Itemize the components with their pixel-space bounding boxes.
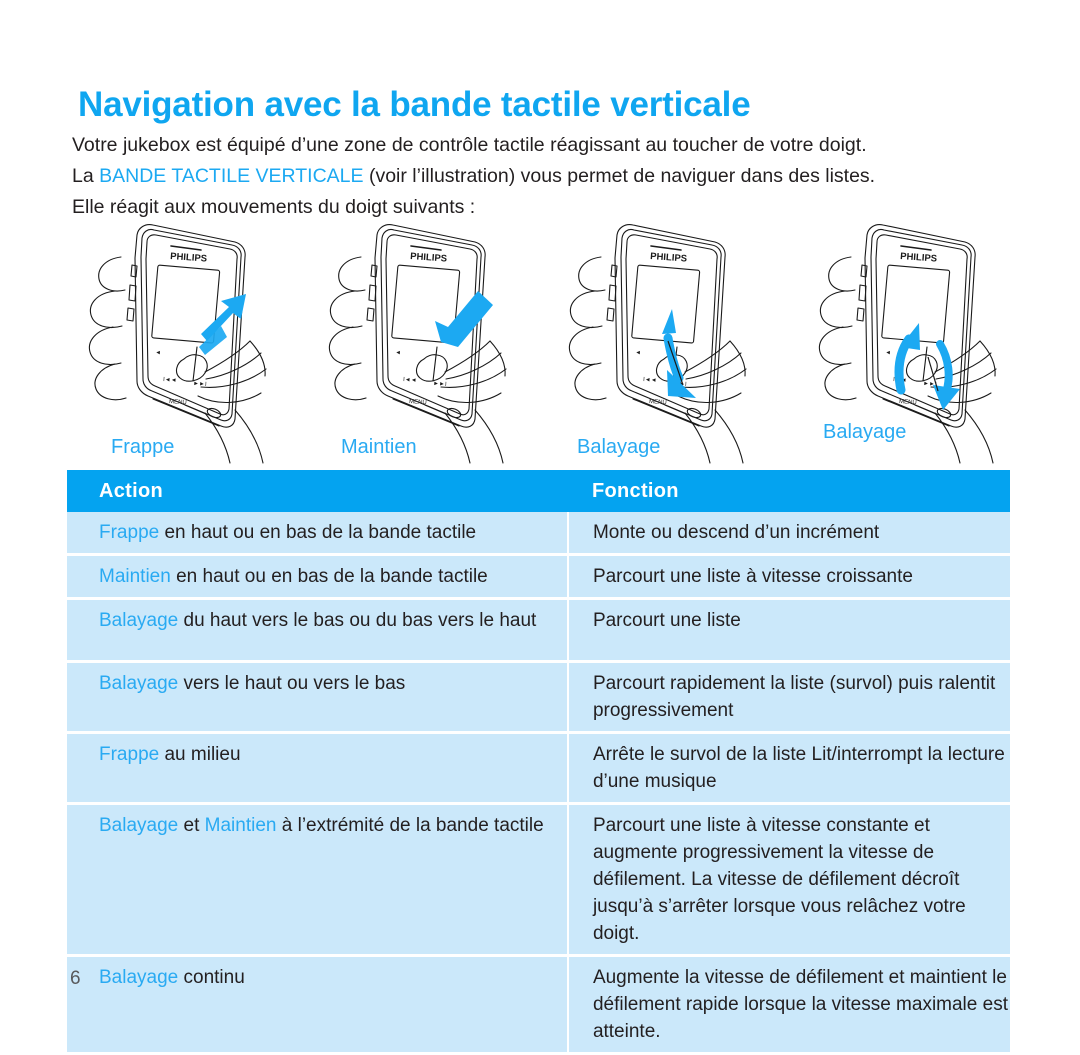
action-text: vers le haut ou vers le bas bbox=[178, 673, 406, 694]
column-header-action: Action bbox=[99, 479, 164, 502]
hand-holding-player-swipe-down-icon: PHILIPS ◄ I◄◄ ►►I MENU bbox=[568, 224, 747, 464]
svg-text:MENU: MENU bbox=[169, 399, 187, 406]
action-text: continu bbox=[178, 967, 245, 988]
intro-line-2: La BANDE TACTILE VERTICALE (voir l’illus… bbox=[72, 161, 1022, 192]
cell-action: Frappe au milieu bbox=[67, 734, 567, 802]
page-title: Navigation avec la bande tactile vertica… bbox=[78, 85, 751, 125]
illustration-label-balayage-1: Balayage bbox=[577, 436, 661, 458]
action-text: au milieu bbox=[159, 744, 241, 765]
swipe-down-arrow-icon bbox=[662, 309, 696, 398]
action-keyword: Balayage bbox=[99, 815, 179, 836]
action-keyword: Frappe bbox=[99, 744, 160, 765]
svg-text:◄: ◄ bbox=[155, 350, 161, 356]
philips-logo: PHILIPS bbox=[900, 251, 938, 265]
svg-text:I◄◄: I◄◄ bbox=[403, 377, 417, 384]
table-row: Frappe en haut ou en bas de la bande tac… bbox=[67, 512, 1010, 556]
cell-fonction: Arrête le survol de la liste Lit/interro… bbox=[568, 734, 1010, 802]
action-text: en haut ou en bas de la bande tactile bbox=[159, 522, 477, 543]
svg-text:MENU: MENU bbox=[899, 399, 917, 406]
svg-text:MENU: MENU bbox=[649, 399, 667, 406]
table-row: Balayage et Maintien à l’extrémité de la… bbox=[67, 805, 1010, 957]
cell-fonction: Parcourt une liste bbox=[568, 600, 1010, 660]
cell-action: Balayage du haut vers le bas ou du bas v… bbox=[67, 600, 567, 660]
action-keyword: Maintien bbox=[99, 566, 171, 587]
svg-text:◄: ◄ bbox=[395, 350, 401, 356]
table-row: Balayage vers le haut ou vers le bas Par… bbox=[67, 663, 1010, 734]
philips-logo: PHILIPS bbox=[170, 251, 208, 265]
cell-fonction: Parcourt une liste à vitesse croissante bbox=[568, 556, 1010, 597]
cell-fonction: Parcourt une liste à vitesse constante e… bbox=[568, 805, 1010, 954]
svg-text:◄: ◄ bbox=[635, 350, 641, 356]
table-row: Balayage continu Augmente la vitesse de … bbox=[67, 957, 1010, 1055]
page-number: 6 bbox=[70, 968, 81, 989]
hand-holding-player-tap-icon: PHILIPS ◄ I◄◄ ►►I MENU bbox=[88, 224, 267, 464]
philips-logo: PHILIPS bbox=[650, 251, 688, 265]
action-text: en haut ou en bas de la bande tactile bbox=[170, 566, 488, 587]
cell-fonction: Augmente la vitesse de défilement et mai… bbox=[568, 957, 1010, 1052]
table-row: Frappe au milieu Arrête le survol de la … bbox=[67, 734, 1010, 805]
illustration-maintien: PHILIPS ◄ I◄◄ ►►I MENU Maintien bbox=[315, 213, 565, 468]
intro-line-2-highlight: BANDE TACTILE VERTICALE bbox=[99, 165, 364, 187]
action-connector: et bbox=[178, 815, 205, 836]
svg-text:MENU: MENU bbox=[409, 399, 427, 406]
cell-fonction: Parcourt rapidement la liste (survol) pu… bbox=[568, 663, 1010, 731]
intro-paragraph: Votre jukebox est équipé d’une zone de c… bbox=[72, 130, 1022, 223]
action-keyword-2: Maintien bbox=[204, 815, 277, 836]
illustration-balayage-2: PHILIPS ◄ I◄◄ ►►I MENU Balayage bbox=[805, 213, 1055, 468]
intro-line-1: Votre jukebox est équipé d’une zone de c… bbox=[72, 134, 867, 156]
illustration-balayage-1: PHILIPS ◄ I◄◄ ►►I MENU bbox=[555, 213, 805, 468]
table-header-row: Action Fonction bbox=[67, 470, 1010, 512]
cell-action: Maintien en haut ou en bas de la bande t… bbox=[67, 556, 567, 597]
cell-fonction: Monte ou descend d’un incrément bbox=[568, 512, 1010, 553]
table-row: Maintien en haut ou en bas de la bande t… bbox=[67, 556, 1010, 600]
cell-action: Balayage continu bbox=[67, 957, 567, 1052]
action-text: du haut vers le bas ou du bas vers le ha… bbox=[178, 610, 537, 631]
action-keyword: Frappe bbox=[99, 522, 160, 543]
action-keyword: Balayage bbox=[99, 610, 179, 631]
intro-line-2-suffix: (voir l’illustration) vous permet de nav… bbox=[363, 165, 876, 187]
illustration-label-balayage-2: Balayage bbox=[823, 421, 907, 443]
action-keyword: Balayage bbox=[99, 673, 179, 694]
cell-action: Frappe en haut ou en bas de la bande tac… bbox=[67, 512, 567, 553]
cell-action: Balayage vers le haut ou vers le bas bbox=[67, 663, 567, 731]
illustration-label-frappe: Frappe bbox=[111, 436, 175, 458]
illustration-frappe: PHILIPS ◄ I◄◄ ►►I MENU Frappe bbox=[75, 213, 325, 468]
illustration-strip: PHILIPS ◄ I◄◄ ►►I MENU Frappe PHILIPS ◄ … bbox=[60, 213, 1070, 468]
cell-action: Balayage et Maintien à l’extrémité de la… bbox=[67, 805, 567, 954]
up-arrow-icon bbox=[199, 294, 246, 355]
action-text: à l’extrémité de la bande tactile bbox=[276, 815, 544, 836]
table-row: Balayage du haut vers le bas ou du bas v… bbox=[67, 600, 1010, 663]
svg-text:I◄◄: I◄◄ bbox=[643, 377, 657, 384]
svg-text:I◄◄: I◄◄ bbox=[163, 377, 177, 384]
down-arrow-icon bbox=[435, 291, 493, 347]
action-keyword: Balayage bbox=[99, 967, 179, 988]
illustration-label-maintien: Maintien bbox=[341, 436, 417, 458]
svg-text:◄: ◄ bbox=[885, 350, 891, 356]
intro-line-2-prefix: La bbox=[72, 165, 100, 187]
hand-holding-player-hold-icon: PHILIPS ◄ I◄◄ ►►I MENU bbox=[328, 224, 507, 464]
philips-logo: PHILIPS bbox=[410, 251, 448, 265]
action-function-table: Action Fonction Frappe en haut ou en bas… bbox=[67, 470, 1010, 1055]
column-header-fonction: Fonction bbox=[592, 479, 679, 502]
